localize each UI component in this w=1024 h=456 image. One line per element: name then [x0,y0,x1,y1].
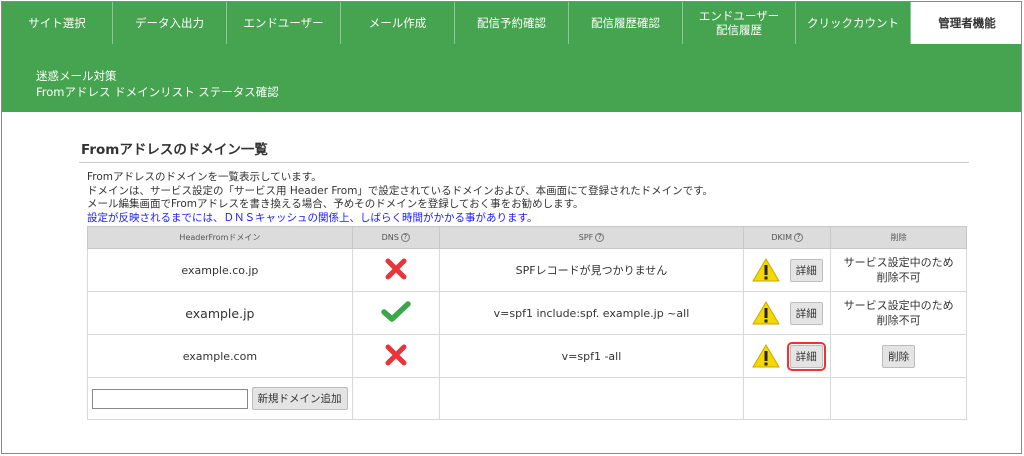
header-dkim: DKIM? [743,226,832,249]
dns-cell [351,291,440,335]
description: Fromアドレスのドメインを一覧表示しています。 ドメインは、サービス設定の「サ… [79,163,969,225]
spf-cell: v=spf1 -all [438,334,745,378]
header-domain-label: HeaderFromドメイン [179,233,261,242]
delete-note-line2: 削除不可 [876,271,921,284]
header-spf-label: SPF [578,233,594,242]
dns-help-icon[interactable]: ? [400,233,410,242]
dkim-cell: 詳細 [743,248,832,292]
tab-mail-create[interactable]: メール作成 [341,2,455,44]
delete-cell: サービス設定中のため 削除不可 [830,248,967,292]
delete-note-line2: 削除不可 [876,314,921,327]
x-mark-icon [385,258,407,279]
header-spf: SPF? [438,226,745,249]
tab-delivery-schedule[interactable]: 配信予約確認 [455,2,569,44]
add-domain-row: 新規ドメイン追加 [87,377,967,420]
desc-line4-notice: 設定が反映されるまでには、ＤＮＳキャッシュの関係上、しばらく時間がかかる事があり… [87,211,538,224]
x-mark-icon [385,344,407,365]
banner-line1: 迷惑メール対策 [36,69,117,83]
table-row: example.jp v=spf1 include:spf. example.j… [87,291,967,335]
header-dkim-label: DKIM [771,233,793,242]
delete-cell: 削除 [830,334,967,378]
empty-cell [830,377,967,420]
delete-cell: サービス設定中のため 削除不可 [830,291,967,335]
dkim-detail-button[interactable]: 詳細 [786,341,826,371]
check-mark-icon [380,300,411,322]
tab-end-user-history[interactable]: エンドユーザー 配信履歴 [683,2,796,44]
spf-cell: SPFレコードが見つかりません [438,248,745,292]
warning-icon [751,344,780,368]
dkim-cell: 詳細 [743,334,832,378]
section-title: Fromアドレスのドメイン一覧 [79,136,969,163]
header-dns: DNS? [351,226,440,249]
warning-icon [751,301,780,325]
main-content: Fromアドレスのドメイン一覧 Fromアドレスのドメインを一覧表示しています。… [79,136,969,420]
domain-cell: example.com [87,334,353,378]
desc-line3: メール編集画面でFromアドレスを書き換える場合、予めそのドメインを登録しておく… [87,198,584,210]
new-domain-input[interactable] [92,388,248,409]
empty-cell [743,377,832,420]
delete-note: サービス設定中のため 削除不可 [831,255,966,285]
header-delete-label: 削除 [890,233,907,242]
delete-note-line1: サービス設定中のため [843,256,954,269]
dns-cell [351,248,440,292]
header-domain: HeaderFromドメイン [87,226,353,249]
empty-cell [438,377,745,420]
top-nav: サイト選択 データ入出力 エンドユーザー メール作成 配信予約確認 配信履歴確認… [2,2,1021,44]
tab-end-user[interactable]: エンドユーザー [227,2,341,44]
header-delete: 削除 [830,226,967,249]
delete-button[interactable]: 削除 [882,344,916,368]
tab-admin[interactable]: 管理者機能 [911,2,1021,44]
spf-cell: v=spf1 include:spf. example.jp ~all [438,291,745,335]
dkim-cell: 詳細 [743,291,832,335]
tab-delivery-history[interactable]: 配信履歴確認 [569,2,683,44]
app-window: サイト選択 データ入出力 エンドユーザー メール作成 配信予約確認 配信履歴確認… [1,1,1022,454]
table-row: example.co.jp SPFレコードが見つかりません 詳細 サービス設定中… [87,248,967,292]
domain-cell: example.jp [87,291,353,335]
domain-table: HeaderFromドメイン DNS? SPF? DKIM? 削除 exampl… [87,226,967,420]
dkim-detail-button[interactable]: 詳細 [789,301,823,325]
desc-line2: ドメインは、サービス設定の「サービス用 Header From」で設定されている… [87,184,714,197]
domain-cell: example.co.jp [87,248,353,292]
desc-line1: Fromアドレスのドメインを一覧表示しています。 [87,171,322,183]
add-domain-button[interactable]: 新規ドメイン追加 [251,387,348,410]
banner-line2: Fromアドレス ドメインリスト ステータス確認 [36,85,279,99]
tab-click-count[interactable]: クリックカウント [796,2,911,44]
tab-data-io[interactable]: データ入出力 [113,2,227,44]
warning-icon [751,258,780,282]
tab-site-select[interactable]: サイト選択 [2,2,113,44]
delete-note: サービス設定中のため 削除不可 [831,298,966,328]
table-row: example.com v=spf1 -all 詳細 削除 [87,334,967,378]
delete-note-line1: サービス設定中のため [843,299,954,312]
page-banner: 迷惑メール対策 Fromアドレス ドメインリスト ステータス確認 [2,44,1021,112]
spf-help-icon[interactable]: ? [595,233,605,242]
dkim-detail-button[interactable]: 詳細 [789,258,823,282]
dkim-help-icon[interactable]: ? [794,233,804,242]
add-domain-cell: 新規ドメイン追加 [87,377,353,420]
table-header-row: HeaderFromドメイン DNS? SPF? DKIM? 削除 [87,226,967,249]
dns-cell [351,334,440,378]
header-dns-label: DNS [381,233,399,242]
empty-cell [351,377,440,420]
